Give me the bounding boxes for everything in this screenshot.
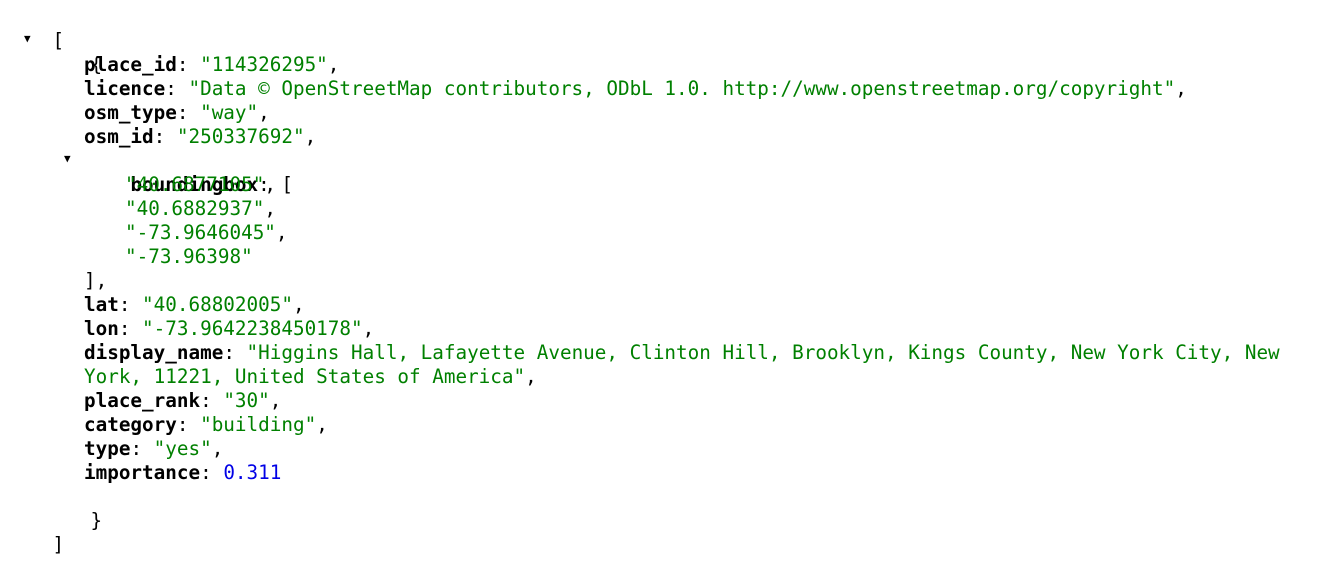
boundingbox-close-bracket: ],	[84, 269, 108, 292]
array-value: "-73.9646045"	[125, 221, 276, 244]
field-licence: licence: "Data © OpenStreetMap contribut…	[84, 77, 1187, 100]
field-key: importance	[84, 461, 201, 484]
field-key: category	[84, 413, 177, 436]
field-key: licence	[84, 77, 166, 100]
field-key: lon	[84, 317, 119, 340]
field-key: osm_type	[84, 101, 177, 124]
field-value: 0.311	[223, 461, 282, 484]
array-close-bracket: ]	[52, 533, 65, 556]
field-importance: importance: 0.311	[84, 461, 282, 484]
boundingbox-close: ],	[6, 269, 1344, 293]
field-key: display_name	[84, 341, 224, 364]
field-value: "Data © OpenStreetMap contributors, ODbL…	[188, 77, 1176, 100]
array-open: [	[6, 5, 1344, 52]
field-key: place_id	[84, 53, 177, 76]
field-value: "250337692"	[176, 125, 305, 148]
field-display-name: display_name: "Higgins Hall, Lafayette A…	[84, 341, 1292, 388]
boundingbox-toggle-icon[interactable]: ▼	[64, 149, 76, 173]
field-key: lat	[84, 293, 119, 316]
field-value: "30"	[223, 389, 270, 412]
field-key: place_rank	[84, 389, 201, 412]
field-lon: lon: "-73.9642238450178",	[84, 317, 375, 340]
field-boundingbox: ▼ boundingbox: [	[6, 149, 1344, 196]
field-value: "way"	[200, 101, 259, 124]
json-viewer: [ ▼{ place_id: "114326295", licence: "Da…	[0, 0, 1344, 556]
field-osm-id: osm_id: "250337692",	[84, 125, 317, 148]
field-value: "114326295"	[200, 53, 328, 76]
object-close: }	[6, 485, 1344, 532]
field-value: "40.68802005"	[142, 293, 293, 316]
field-value: "yes"	[153, 437, 212, 460]
field-lat: lat: "40.68802005",	[84, 293, 305, 316]
object-toggle-icon[interactable]: ▼	[24, 29, 36, 53]
field-value: "Higgins Hall, Lafayette Avenue, Clinton…	[84, 341, 1292, 388]
field-osm-type: osm_type: "way",	[84, 101, 270, 124]
array-value: "-73.96398"	[125, 245, 253, 268]
field-value: "building"	[200, 413, 317, 436]
boundingbox-item: "-73.9646045",	[125, 221, 288, 244]
field-key: osm_id	[84, 125, 154, 148]
field-place-rank: place_rank: "30",	[84, 389, 282, 412]
object-open: ▼{	[6, 29, 1344, 76]
boundingbox-item: "40.6882937",	[125, 197, 276, 220]
field-key: type	[84, 437, 131, 460]
field-type: type: "yes",	[84, 437, 224, 460]
boundingbox-item: "-73.96398"	[6, 245, 1344, 269]
array-value: "40.6882937"	[125, 197, 265, 220]
array-value: "40.6877105"	[125, 173, 265, 196]
array-close: ]	[6, 509, 1344, 556]
field-place-id: place_id: "114326295",	[84, 53, 340, 76]
field-value: "-73.9642238450178"	[142, 317, 363, 340]
boundingbox-item: "40.6877105",	[125, 173, 276, 196]
field-category: category: "building",	[84, 413, 328, 436]
